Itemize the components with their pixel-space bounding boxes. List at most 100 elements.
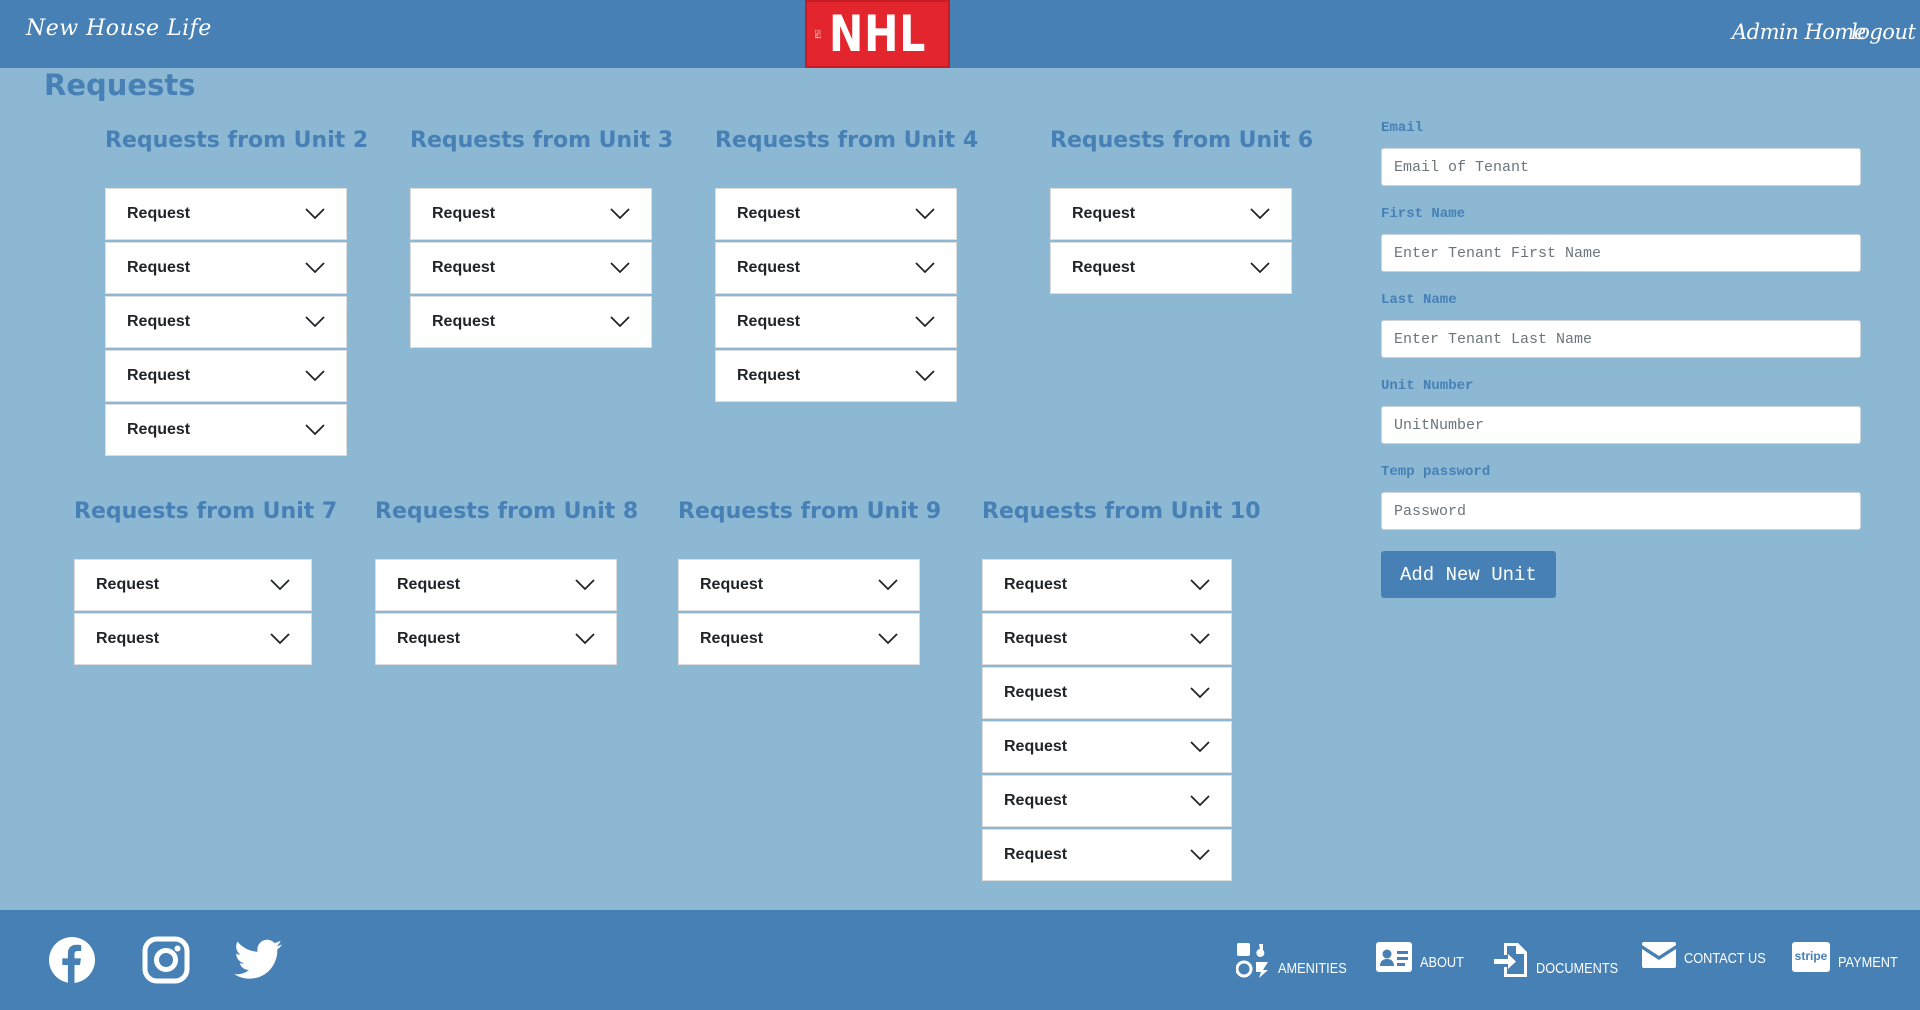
request-dropdown[interactable]: Request [410,188,652,240]
last-name-input[interactable] [1381,320,1861,358]
temp-password-input[interactable] [1381,492,1861,530]
unit-card-9: Requests from Unit 9 Request Request [678,499,941,667]
request-dropdown[interactable]: Request [410,296,652,348]
twitter-icon[interactable] [233,936,283,987]
request-label: Request [127,367,191,384]
request-label: Request [96,630,160,647]
logout-link[interactable]: logout [1851,20,1916,44]
envelope-icon [1642,942,1676,968]
add-unit-form: Email First Name Last Name Unit Number T… [1381,118,1861,598]
amenities-link[interactable]: AMENITIES [1236,942,1359,978]
documents-label: DOCUMENTS [1536,960,1619,977]
request-label: Request [1004,738,1068,755]
request-dropdown[interactable]: Request [715,296,957,348]
request-label: Request [1004,630,1068,647]
request-dropdown[interactable]: Request [982,829,1232,881]
unit-card-2: Requests from Unit 2 Request Request Reque… [105,128,368,458]
unit-card-10: Requests from Unit 10 Request Request Requ… [982,499,1261,883]
unit-card-7: Requests from Unit 7 Request Request [74,499,337,667]
top-navbar: New House Life NHL Admin Home logout [0,0,1920,68]
request-dropdown[interactable]: Request [105,404,347,456]
chevron-down-icon [878,633,898,645]
email-label: Email [1381,120,1424,136]
chevron-down-icon [305,370,325,382]
request-dropdown[interactable]: Request [1050,188,1292,240]
request-dropdown[interactable]: Request [410,242,652,294]
request-dropdown[interactable]: Request [982,775,1232,827]
request-dropdown[interactable]: Request [1050,242,1292,294]
brand-link[interactable]: New House Life [26,16,212,41]
request-dropdown[interactable]: Request [982,613,1232,665]
unit-number-input[interactable] [1381,406,1861,444]
chevron-down-icon [1190,741,1210,753]
unit-card-4: Requests from Unit 4 Request Request Reque… [715,128,979,404]
chevron-down-icon [610,262,630,274]
instagram-icon[interactable] [142,936,190,988]
first-name-label: First Name [1381,206,1466,222]
chevron-down-icon [915,370,935,382]
facebook-icon[interactable] [48,936,96,988]
chevron-down-icon [1250,208,1270,220]
request-dropdown[interactable]: Request [678,613,920,665]
chevron-down-icon [610,316,630,328]
request-label: Request [96,576,160,593]
request-dropdown[interactable]: Request [715,350,957,402]
chevron-down-icon [915,316,935,328]
request-label: Request [432,259,496,276]
request-dropdown[interactable]: Request [105,188,347,240]
email-input[interactable] [1381,148,1861,186]
payment-link[interactable]: stripe PAYMENT [1792,942,1908,972]
unit-card-3: Requests from Unit 3 Request Request Reque… [410,128,674,350]
request-dropdown[interactable]: Request [715,188,957,240]
unit-title: Requests from Unit 4 [715,128,979,153]
request-label: Request [737,205,801,222]
request-dropdown[interactable]: Request [105,296,347,348]
chevron-down-icon [915,262,935,274]
request-dropdown[interactable]: Request [678,559,920,611]
file-import-icon [1494,943,1527,977]
chevron-down-icon [1190,849,1210,861]
request-dropdown[interactable]: Request [375,613,617,665]
chevron-down-icon [1190,579,1210,591]
chevron-down-icon [1250,262,1270,274]
chevron-down-icon [915,208,935,220]
add-new-unit-button[interactable]: Add New Unit [1381,551,1556,598]
about-link[interactable]: ABOUT [1376,942,1472,972]
request-dropdown[interactable]: Request [982,559,1232,611]
request-label: Request [737,367,801,384]
request-label: Request [737,259,801,276]
request-dropdown[interactable]: Request [982,721,1232,773]
amenities-label: AMENITIES [1278,960,1347,977]
nhl-logo[interactable]: NHL [805,0,950,68]
chevron-down-icon [878,579,898,591]
request-dropdown[interactable]: Request [105,350,347,402]
logo-text: NHL [829,5,927,63]
request-label: Request [127,259,191,276]
request-dropdown[interactable]: Request [105,242,347,294]
chevron-down-icon [1190,795,1210,807]
building-icon [815,29,822,39]
request-dropdown[interactable]: Request [982,667,1232,719]
request-dropdown[interactable]: Request [715,242,957,294]
chevron-down-icon [575,633,595,645]
unit-title: Requests from Unit 6 [1050,128,1314,153]
admin-home-link[interactable]: Admin Home [1732,20,1866,44]
contact-us-link[interactable]: CONTACT US [1642,942,1780,968]
stripe-icon: stripe [1792,942,1830,972]
chevron-down-icon [305,424,325,436]
request-label: Request [397,630,461,647]
unit-title: Requests from Unit 3 [410,128,674,153]
request-dropdown[interactable]: Request [74,559,312,611]
unit-card-8: Requests from Unit 8 Request Request [375,499,638,667]
chevron-down-icon [305,208,325,220]
id-card-icon [1376,942,1412,972]
request-label: Request [700,576,764,593]
payment-label: PAYMENT [1838,954,1898,971]
unit-title: Requests from Unit 10 [982,499,1261,524]
chevron-down-icon [1190,687,1210,699]
request-dropdown[interactable]: Request [375,559,617,611]
first-name-input[interactable] [1381,234,1861,272]
request-dropdown[interactable]: Request [74,613,312,665]
chevron-down-icon [270,633,290,645]
documents-link[interactable]: DOCUMENTS [1494,942,1633,978]
